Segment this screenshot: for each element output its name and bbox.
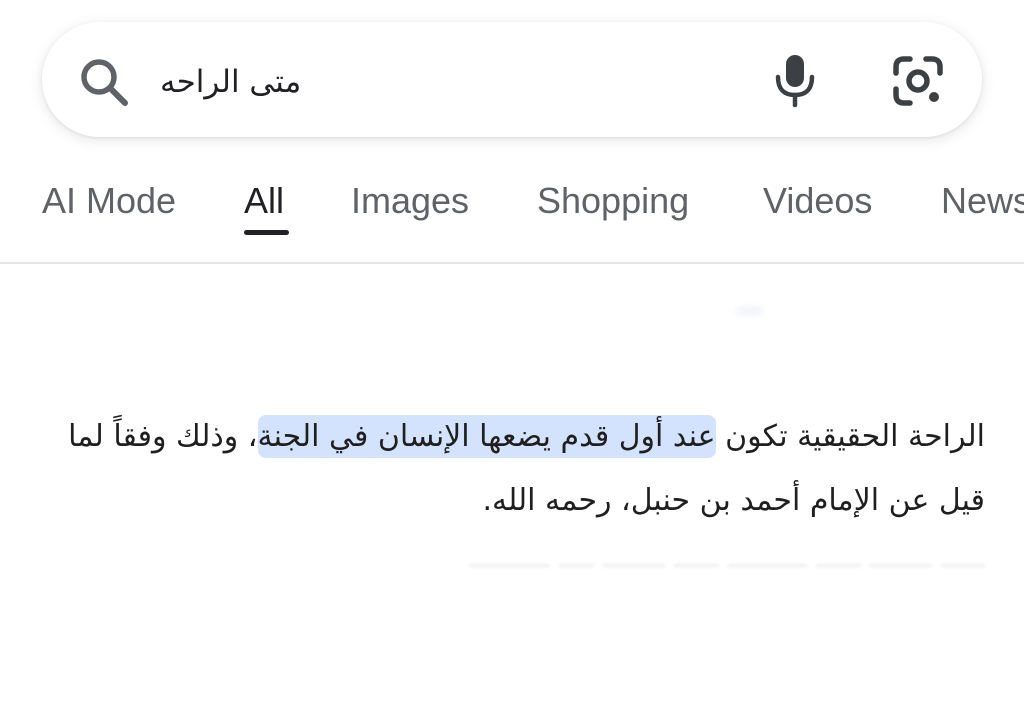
answer-highlight: عند أول قدم يضعها الإنسان في الجنة: [257, 415, 716, 458]
active-tab-indicator: [244, 230, 289, 235]
text-fade-overlay: [0, 470, 380, 540]
search-tabs: AI Mode All Images Shopping Videos News: [0, 160, 1024, 264]
loading-text-ghost: ـــــ ـــــــ ـــــ ـــــــــ ـــــ ــــ…: [470, 540, 985, 575]
tab-images[interactable]: Images: [351, 176, 469, 226]
google-lens-icon[interactable]: [890, 53, 946, 109]
tab-ai-mode[interactable]: AI Mode: [42, 176, 176, 226]
mic-icon[interactable]: [770, 52, 820, 108]
search-icon[interactable]: [76, 54, 132, 110]
answer-part-1: الراحة الحقيقية تكون: [715, 419, 985, 454]
tab-news[interactable]: News: [941, 176, 1024, 226]
search-input[interactable]: متى الراحه: [160, 54, 301, 110]
search-results-page: متى الراحه AI Mode All Images Shopping V…: [0, 0, 1024, 704]
tab-all[interactable]: All: [244, 176, 284, 226]
tabs-divider: [0, 262, 1024, 264]
tab-videos[interactable]: Videos: [763, 176, 872, 226]
decorative-shimmer: [735, 306, 765, 316]
tab-shopping[interactable]: Shopping: [537, 176, 689, 226]
